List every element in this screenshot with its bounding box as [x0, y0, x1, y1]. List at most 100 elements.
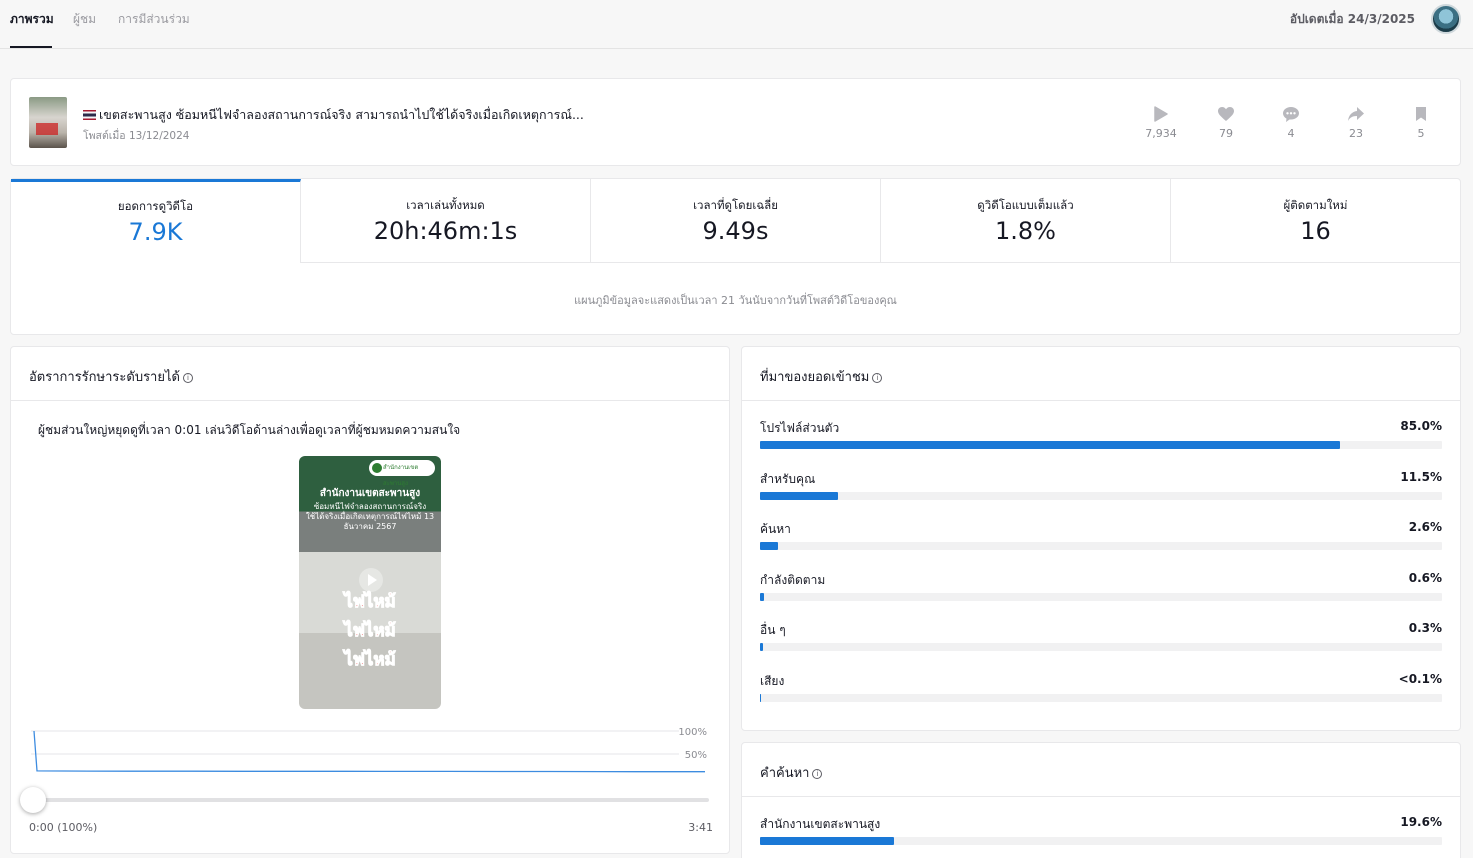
play-icon — [1141, 105, 1181, 123]
avatar[interactable] — [1431, 4, 1461, 34]
retention-panel: อัตราการรักษาระดับรายได้ i ผู้ชมส่วนใหญ่ห… — [10, 346, 730, 854]
video-header-card: เขตสะพานสูง ซ้อมหนีไฟจำลองสถานการณ์จริง … — [10, 78, 1461, 166]
traffic-title-text: ที่มาของยอดเข้าชม — [760, 370, 870, 385]
search-terms-title: คำค้นหา i — [760, 762, 823, 783]
timeline-start-label: 0:00 (100%) — [29, 821, 98, 834]
retention-title: อัตราการรักษาระดับรายได้ i — [29, 366, 193, 387]
search-terms-panel: คำค้นหา i สำนักงานเขตสะพานสูง 19.6% — [741, 742, 1461, 858]
source-label: อื่น ๆ — [760, 623, 786, 637]
source-label: สำนักงานเขตสะพานสูง — [760, 817, 881, 831]
share-icon — [1336, 105, 1376, 123]
tab-viewers[interactable]: ผู้ชม — [73, 10, 96, 29]
video-title-text: เขตสะพานสูง ซ้อมหนีไฟจำลองสถานการณ์จริง … — [99, 107, 584, 122]
source-percent: 0.6% — [1408, 570, 1442, 585]
video-thumbnail[interactable] — [29, 97, 67, 148]
metric-new-followers[interactable]: ผู้ติดตามใหม่ 16 — [1171, 179, 1460, 263]
source-label: โปรไฟล์ส่วนตัว — [760, 421, 840, 435]
retention-video-player[interactable]: สำนักงานเขตสะพานสูง สำนักงานเขตสะพานสูง … — [299, 456, 441, 709]
metric-value: 1.8% — [995, 217, 1056, 245]
source-bar-track — [760, 542, 1442, 550]
metric-video-views[interactable]: ยอดการดูวิดีโอ 7.9K — [11, 179, 301, 263]
tab-engagement[interactable]: การมีส่วนร่วม — [118, 10, 190, 29]
source-percent: 0.3% — [1408, 621, 1442, 635]
divider — [742, 796, 1460, 797]
views-count: 7,934 — [1145, 127, 1177, 140]
likes-stat: 79 — [1206, 105, 1246, 140]
retention-title-text: อัตราการรักษาระดับรายได้ — [29, 370, 180, 385]
video-title: เขตสะพานสูง ซ้อมหนีไฟจำลองสถานการณ์จริง … — [83, 105, 584, 125]
source-bar-track — [760, 837, 1442, 845]
timeline-knob[interactable] — [20, 787, 46, 813]
metric-watched-full-video[interactable]: ดูวิดีโอแบบเต็มแล้ว 1.8% — [881, 179, 1171, 263]
source-row: สำนักงานเขตสะพานสูง 19.6% — [760, 815, 1442, 855]
metric-value: 9.49s — [702, 217, 769, 245]
source-label: ค้นหา — [760, 522, 791, 536]
source-bar-track — [760, 592, 1442, 601]
source-row: ค้นหา 2.6% — [760, 520, 1442, 560]
metric-value: 7.9K — [128, 218, 183, 246]
source-bar-fill — [760, 592, 765, 601]
video-overlay-fire-text: ไฟไหม้ — [344, 621, 397, 642]
source-percent: <0.1% — [1398, 671, 1442, 686]
source-percent: 19.6% — [1400, 815, 1442, 829]
source-bar-track — [760, 643, 1442, 651]
source-row: เสียง <0.1% — [760, 672, 1442, 712]
source-percent: 11.5% — [1400, 469, 1442, 484]
timeline-track[interactable] — [35, 798, 709, 802]
divider — [11, 400, 729, 401]
traffic-title: ที่มาของยอดเข้าชม i — [760, 366, 883, 387]
info-icon[interactable]: i — [812, 769, 823, 779]
source-bar-track — [760, 491, 1442, 500]
bookmark-icon — [1401, 105, 1441, 123]
y-label-100: 100% — [678, 727, 707, 738]
metric-label: ดูวิดีโอแบบเต็มแล้ว — [977, 198, 1074, 212]
comment-icon — [1271, 105, 1311, 123]
top-nav: ภาพรวม ผู้ชม การมีส่วนร่วม อัปเดตเมื่อ 2… — [0, 0, 1473, 49]
source-row: กำลังติดตาม 0.6% — [760, 571, 1442, 611]
views-stat: 7,934 — [1141, 105, 1181, 140]
metrics-card: ยอดการดูวิดีโอ 7.9K เวลาเล่นทั้งหมด 20h:… — [10, 178, 1461, 335]
source-bar-fill — [760, 491, 839, 500]
saves-stat: 5 — [1401, 105, 1441, 140]
source-label: เสียง — [760, 673, 785, 688]
source-row: สำหรับคุณ 11.5% — [760, 470, 1442, 510]
source-bar-fill — [760, 643, 763, 651]
timeline-end-label: 3:41 — [688, 821, 713, 834]
video-overlay-headline: สำนักงานเขตสะพานสูง — [319, 488, 421, 499]
divider — [742, 400, 1460, 401]
y-label-50: 50% — [685, 750, 707, 761]
metric-average-watch-time[interactable]: เวลาที่ดูโดยเฉลี่ย 9.49s — [591, 179, 881, 263]
shares-stat: 23 — [1336, 105, 1376, 140]
info-icon[interactable]: i — [182, 373, 193, 383]
likes-count: 79 — [1219, 127, 1233, 140]
video-overlay-fire-text: ไฟไหม้ — [344, 592, 397, 613]
source-bar-fill — [760, 441, 1340, 449]
active-tab-indicator — [10, 46, 52, 48]
source-row: โปรไฟล์ส่วนตัว 85.0% — [760, 419, 1442, 459]
updated-date: อัปเดตเมื่อ 24/3/2025 — [1289, 12, 1415, 26]
video-overlay-fire-text: ไฟไหม้ — [344, 650, 397, 671]
chart-range-note: แผนภูมิข้อมูลจะแสดงเป็นเวลา 21 วันนับจาก… — [574, 294, 897, 307]
metric-label: ผู้ติดตามใหม่ — [1283, 198, 1348, 212]
source-bar-track — [760, 441, 1442, 449]
source-label: สำหรับคุณ — [760, 471, 816, 486]
source-percent: 85.0% — [1400, 419, 1442, 433]
video-post-date: โพสต์เมื่อ 13/12/2024 — [83, 130, 190, 142]
heart-icon — [1206, 105, 1246, 123]
metric-total-play-time[interactable]: เวลาเล่นทั้งหมด 20h:46m:1s — [301, 179, 591, 263]
source-bar-fill — [760, 837, 894, 845]
tab-overview[interactable]: ภาพรวม — [10, 10, 54, 29]
shares-count: 23 — [1349, 127, 1363, 140]
video-overlay-subtitle: ซ้อมหนีไฟจำลองสถานการณ์จริง ใช้ได้จริงเม… — [305, 502, 435, 531]
retention-curve — [33, 730, 705, 773]
org-logo: สำนักงานเขตสะพานสูง — [369, 460, 435, 487]
info-icon[interactable]: i — [872, 373, 883, 383]
metric-label: ยอดการดูวิดีโอ — [117, 199, 194, 213]
saves-count: 5 — [1417, 127, 1425, 140]
metric-label: เวลาเล่นทั้งหมด — [406, 198, 485, 212]
retention-chart: 100% 50% — [31, 727, 707, 773]
comments-stat: 4 — [1271, 105, 1311, 140]
metric-value: 20h:46m:1s — [373, 217, 518, 245]
retention-description: ผู้ชมส่วนใหญ่หยุดดูที่เวลา 0:01 เล่นวิดี… — [38, 423, 461, 437]
source-row: อื่น ๆ 0.3% — [760, 621, 1442, 661]
